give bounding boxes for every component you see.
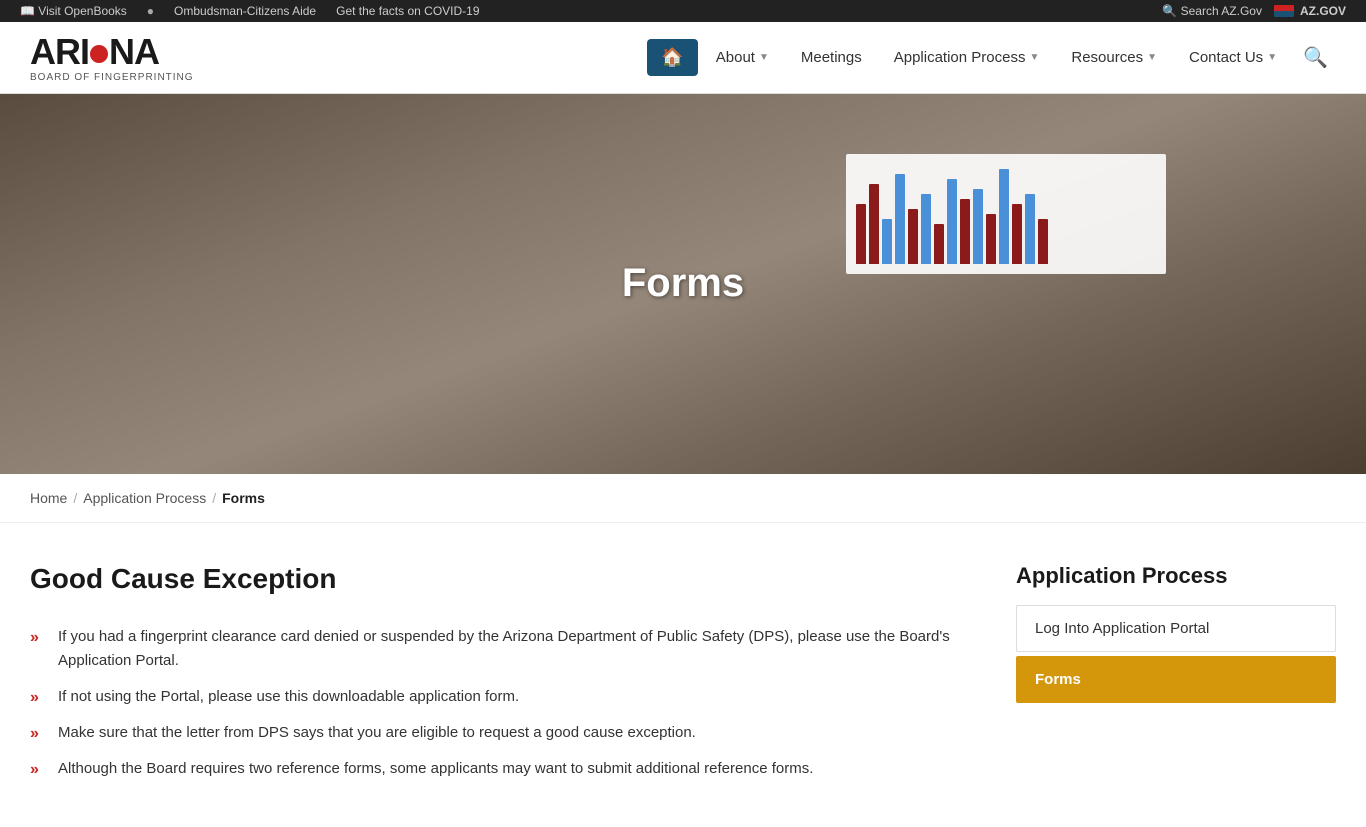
chevron-down-icon: ▼	[1029, 52, 1039, 63]
list-item: If you had a fingerprint clearance card …	[30, 619, 976, 679]
list-item: Although the Board requires two referenc…	[30, 751, 976, 787]
page-heading: Good Cause Exception	[30, 563, 976, 595]
sidebar: Application Process Log Into Application…	[1016, 563, 1336, 787]
chart-bar	[856, 204, 866, 264]
az-flag-icon	[1274, 5, 1294, 17]
chart-bar	[934, 224, 944, 264]
covid-link[interactable]: Get the facts on COVID-19	[336, 4, 479, 18]
chart-bar	[947, 179, 957, 264]
nav-about[interactable]: About ▼	[702, 41, 783, 74]
chart-bar	[1012, 204, 1022, 264]
sidebar-links: Log Into Application PortalForms	[1016, 605, 1336, 703]
sidebar-heading: Application Process	[1016, 563, 1336, 589]
chart-bar	[973, 189, 983, 264]
chart-bar	[986, 214, 996, 264]
chevron-down-icon: ▼	[759, 52, 769, 63]
breadcrumb: Home / Application Process / Forms	[0, 474, 1366, 523]
list-item: If not using the Portal, please use this…	[30, 679, 976, 715]
book-icon: 📖	[20, 4, 35, 18]
azgov-badge: AZ.GOV	[1274, 4, 1346, 18]
main-layout: Good Cause Exception If you had a finger…	[0, 523, 1366, 827]
nav-meetings[interactable]: Meetings	[787, 41, 876, 74]
site-header: ARIZNA BOARD OF FINGERPRINTING 🏠 About ▼…	[0, 22, 1366, 94]
nav-application-process[interactable]: Application Process ▼	[880, 41, 1054, 74]
chart-bar	[999, 169, 1009, 264]
logo[interactable]: ARIZNA BOARD OF FINGERPRINTING	[30, 32, 194, 83]
chart-bar	[1025, 194, 1035, 264]
logo-name: ARIZNA	[30, 32, 194, 72]
breadcrumb-parent[interactable]: Application Process	[83, 490, 206, 506]
top-bar-right: 🔍 Search AZ.Gov AZ.GOV	[1162, 4, 1346, 18]
list-item: Make sure that the letter from DPS says …	[30, 715, 976, 751]
breadcrumb-home[interactable]: Home	[30, 490, 67, 506]
bullet-list: If you had a fingerprint clearance card …	[30, 619, 976, 787]
chart-bar	[869, 184, 879, 264]
chevron-down-icon: ▼	[1147, 52, 1157, 63]
nav-resources[interactable]: Resources ▼	[1057, 41, 1171, 74]
chart-bar	[908, 209, 918, 264]
chart-bar	[1038, 219, 1048, 264]
home-nav-button[interactable]: 🏠	[647, 39, 697, 76]
chart-bar	[895, 174, 905, 264]
ombudsman-link[interactable]: Ombudsman-Citizens Aide	[174, 4, 316, 18]
chart-bar	[882, 219, 892, 264]
main-nav: 🏠 About ▼ Meetings Application Process ▼…	[647, 37, 1336, 78]
top-bar-links: 📖 Visit OpenBooks ● Ombudsman-Citizens A…	[20, 4, 480, 18]
chart-bar	[960, 199, 970, 264]
hero-title: Forms	[622, 261, 744, 306]
bar-chart	[846, 154, 1166, 274]
hero-section: Forms	[0, 94, 1366, 474]
search-button[interactable]: 🔍	[1295, 37, 1336, 78]
hero-chart	[846, 154, 1166, 354]
chart-bar	[921, 194, 931, 264]
openbooks-link[interactable]: 📖 Visit OpenBooks	[20, 4, 127, 18]
search-azgov-link[interactable]: 🔍 Search AZ.Gov	[1162, 4, 1262, 18]
breadcrumb-current: Forms	[222, 490, 265, 506]
content-area: Good Cause Exception If you had a finger…	[30, 563, 976, 787]
nav-contact[interactable]: Contact Us ▼	[1175, 41, 1291, 74]
top-bar: 📖 Visit OpenBooks ● Ombudsman-Citizens A…	[0, 0, 1366, 22]
sidebar-link[interactable]: Forms	[1016, 656, 1336, 703]
chevron-down-icon: ▼	[1267, 52, 1277, 63]
logo-subtitle: BOARD OF FINGERPRINTING	[30, 72, 194, 83]
sidebar-link[interactable]: Log Into Application Portal	[1016, 605, 1336, 652]
search-icon: 🔍	[1162, 4, 1177, 18]
